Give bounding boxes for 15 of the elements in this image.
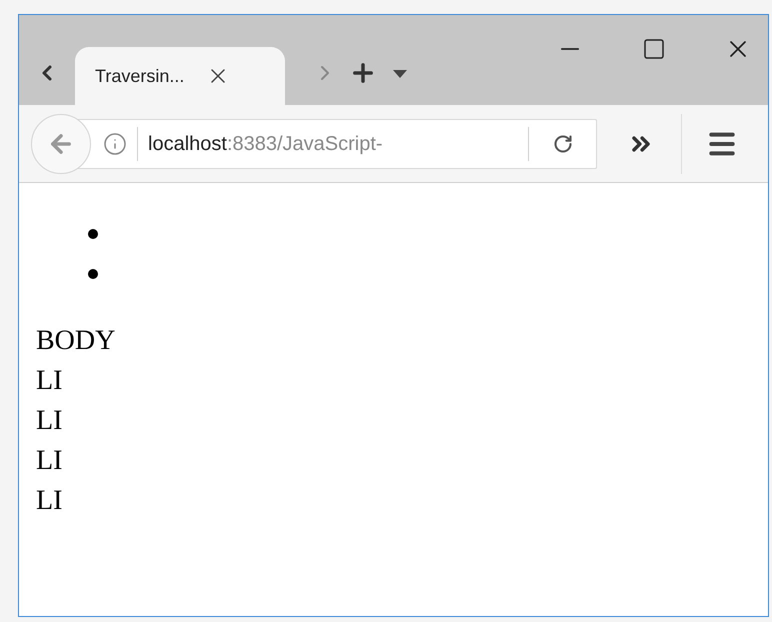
output-line: LI [36, 364, 64, 398]
output-line: BODY [36, 324, 116, 358]
output-line: LI [36, 404, 64, 438]
reload-icon[interactable] [553, 134, 573, 154]
browser-tab[interactable]: Traversin... [75, 47, 285, 105]
dropdown-icon[interactable] [393, 70, 407, 78]
output-line: LI [36, 444, 64, 478]
url-host: localhost [148, 132, 227, 156]
url-path: :8383/JavaScript- [226, 132, 383, 156]
info-icon[interactable] [103, 132, 127, 156]
bullet-icon [88, 229, 98, 239]
output-line: LI [36, 484, 64, 518]
bullet-icon [88, 269, 98, 279]
tab-title: Traversin... [95, 64, 184, 88]
maximize-icon[interactable] [642, 37, 666, 61]
